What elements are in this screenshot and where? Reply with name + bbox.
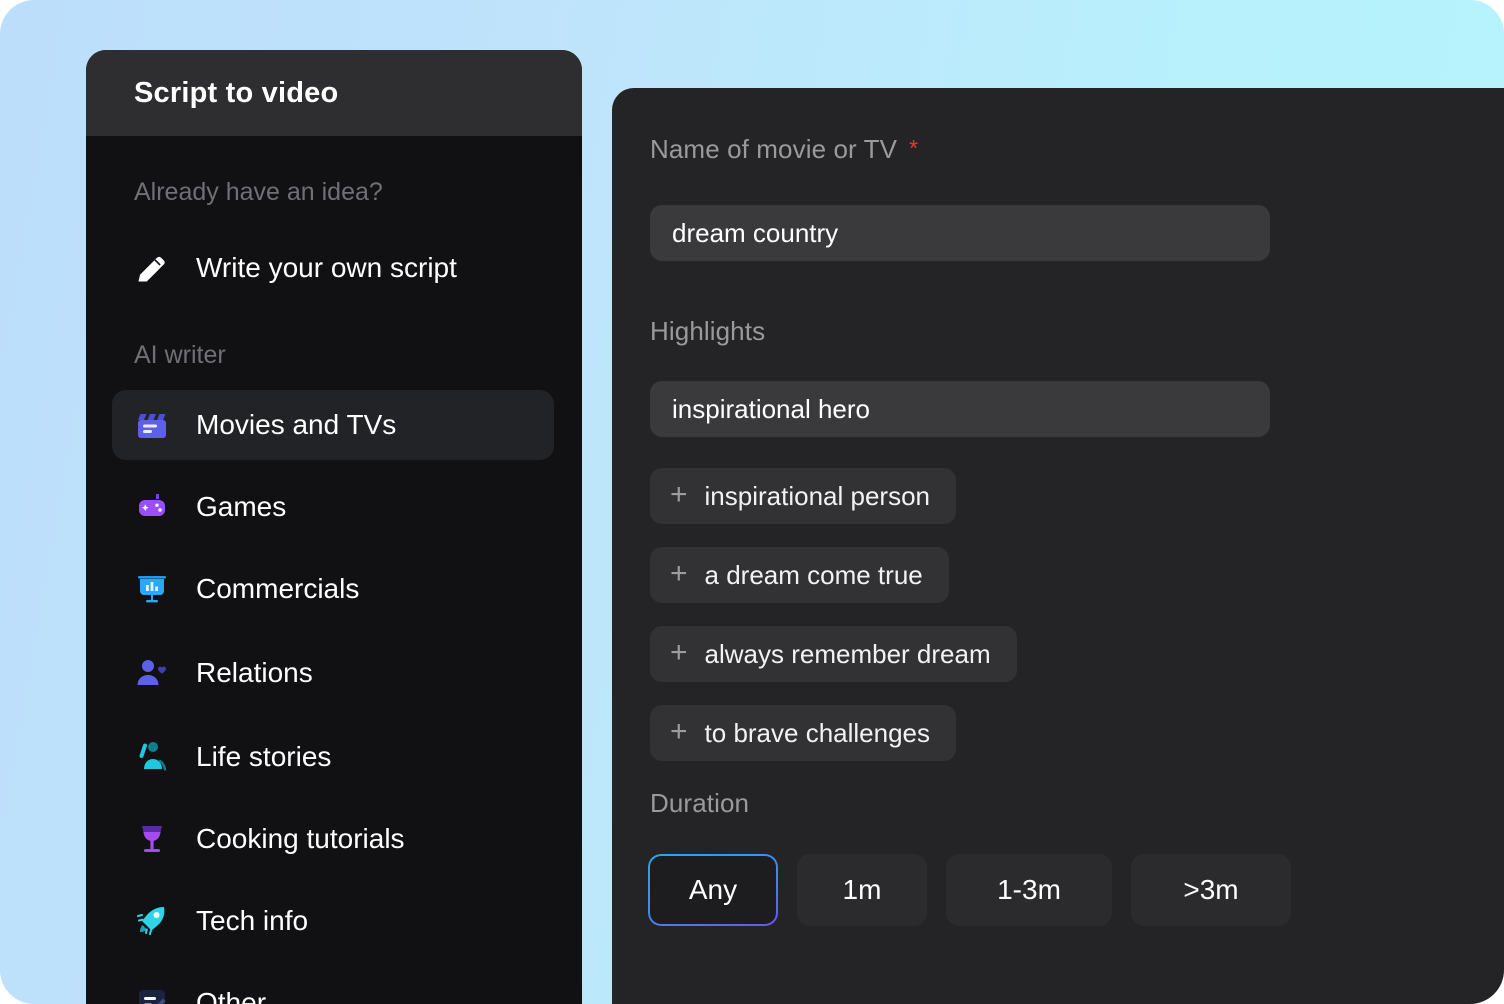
goblet-icon	[134, 821, 170, 857]
plus-icon: +	[670, 638, 688, 668]
highlight-suggestion-chip[interactable]: + inspirational person	[650, 468, 956, 524]
sidebar-item-label: Write your own script	[196, 252, 457, 284]
sidebar-item-cooking-tutorials[interactable]: Cooking tutorials	[86, 804, 582, 874]
sidebar-item-tech-info[interactable]: Tech info	[86, 886, 582, 956]
app-window: Name of movie or TV * dream country Highl…	[0, 0, 1504, 1004]
sidebar-item-write-your-own-script[interactable]: Write your own script	[86, 233, 582, 303]
highlights-input[interactable]: inspirational hero	[650, 381, 1270, 437]
person-wave-icon	[134, 739, 170, 775]
sidebar-item-label: Life stories	[196, 741, 331, 773]
note-edit-icon	[134, 985, 170, 1004]
sidebar-item-other[interactable]: Other	[86, 968, 582, 1004]
highlights-label: Highlights	[650, 316, 765, 347]
duration-option-gt3m[interactable]: >3m	[1131, 854, 1291, 926]
required-asterisk: *	[909, 135, 918, 161]
duration-option-1-3m[interactable]: 1-3m	[946, 854, 1112, 926]
sidebar: Script to video Already have an idea? Wr…	[86, 50, 582, 1004]
section-label-already-have-idea: Already have an idea?	[86, 178, 582, 207]
pencil-icon	[134, 250, 170, 286]
sidebar-title: Script to video	[134, 77, 338, 110]
duration-options: Any 1m 1-3m >3m	[648, 854, 1291, 926]
rocket-icon	[134, 903, 170, 939]
sidebar-item-commercials[interactable]: Commercials	[86, 554, 582, 624]
chip-label: a dream come true	[705, 560, 923, 591]
sidebar-item-label: Games	[196, 491, 286, 523]
duration-option-label: 1m	[843, 874, 882, 906]
sidebar-item-life-stories[interactable]: Life stories	[86, 722, 582, 792]
plus-icon: +	[670, 717, 688, 747]
duration-option-any[interactable]: Any	[648, 854, 778, 926]
chip-label: inspirational person	[705, 481, 930, 512]
plus-icon: +	[670, 480, 688, 510]
section-label-ai-writer: AI writer	[86, 341, 582, 370]
highlight-suggestion-chip[interactable]: + a dream come true	[650, 547, 949, 603]
person-heart-icon	[134, 655, 170, 691]
chip-label: to brave challenges	[705, 718, 930, 749]
sidebar-item-label: Commercials	[196, 573, 359, 605]
clapperboard-icon	[134, 407, 170, 443]
name-field-label: Name of movie or TV *	[650, 134, 918, 165]
duration-option-label: 1-3m	[997, 874, 1061, 906]
chip-label: always remember dream	[705, 639, 991, 670]
sidebar-item-label: Relations	[196, 657, 313, 689]
plus-icon: +	[670, 559, 688, 589]
highlight-suggestion-chip[interactable]: + always remember dream	[650, 626, 1017, 682]
highlights-input-value: inspirational hero	[672, 394, 870, 425]
name-field-label-text: Name of movie or TV	[650, 134, 897, 164]
duration-option-label: >3m	[1183, 874, 1238, 906]
sidebar-item-relations[interactable]: Relations	[86, 638, 582, 708]
sidebar-item-label: Other	[196, 987, 266, 1004]
name-input[interactable]: dream country	[650, 205, 1270, 261]
gamepad-icon	[134, 489, 170, 525]
sidebar-item-label: Movies and TVs	[196, 409, 396, 441]
duration-option-label: Any	[689, 874, 737, 906]
name-input-value: dream country	[672, 218, 838, 249]
sidebar-header: Script to video	[86, 50, 582, 136]
sidebar-item-games[interactable]: Games	[86, 472, 582, 542]
duration-option-1m[interactable]: 1m	[797, 854, 927, 926]
highlight-suggestion-chip[interactable]: + to brave challenges	[650, 705, 956, 761]
sidebar-item-label: Tech info	[196, 905, 308, 937]
sidebar-item-movies-and-tvs[interactable]: Movies and TVs	[112, 390, 554, 460]
sidebar-item-label: Cooking tutorials	[196, 823, 405, 855]
presentation-icon	[134, 571, 170, 607]
duration-label: Duration	[650, 788, 749, 819]
